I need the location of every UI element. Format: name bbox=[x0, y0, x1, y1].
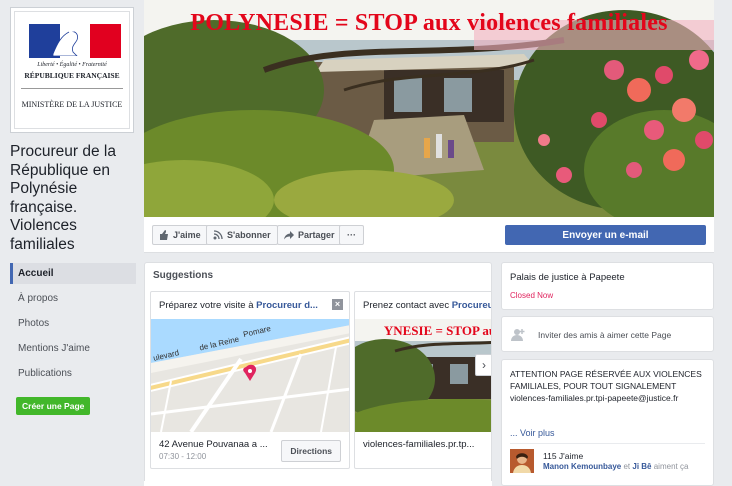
suggestion-card-contact: Prenez contact avec Procureur YNESIE = S… bbox=[354, 291, 491, 469]
place-box: Palais de justice à Papeete Closed Now bbox=[501, 262, 714, 310]
suggestions-title: Suggestions bbox=[153, 270, 214, 281]
directions-button[interactable]: Directions bbox=[281, 440, 341, 462]
cover-title: POLYNESIE = STOP aux violences familiale… bbox=[190, 10, 668, 36]
cover-thumbnail[interactable]: YNESIE = STOP aux viol bbox=[355, 319, 491, 432]
see-more-link[interactable]: ... Voir plus bbox=[510, 428, 555, 438]
suggestions-panel: Suggestions Préparez votre visite à Proc… bbox=[144, 262, 492, 486]
more-button[interactable]: ··· bbox=[339, 225, 364, 245]
about-box: ATTENTION PAGE RÉSERVÉE AUX VIOLENCES FA… bbox=[501, 359, 714, 486]
logo-divider bbox=[21, 88, 123, 89]
likes-count: 115 J'aime bbox=[543, 451, 584, 461]
card-heading: Préparez votre visite à Procureur d... bbox=[159, 300, 318, 311]
page-nav: Accueil À propos Photos Mentions J'aime … bbox=[10, 263, 136, 388]
rss-icon bbox=[213, 230, 223, 240]
open-status: Closed Now bbox=[510, 291, 554, 300]
profile-picture[interactable]: Liberté • Égalité • Fraternité RÉPUBLIQU… bbox=[10, 7, 134, 133]
suggestion-card-directions: Préparez votre visite à Procureur d... ×… bbox=[150, 291, 350, 469]
nav-item-a-propos[interactable]: À propos bbox=[10, 288, 136, 309]
friends-like: Manon Kemounbaye et Ji Bê aiment ça bbox=[543, 462, 688, 471]
subscribe-label: S'abonner bbox=[227, 230, 271, 240]
friends-suffix: aiment ça bbox=[653, 462, 689, 471]
avatar-image bbox=[510, 449, 534, 473]
create-page-button[interactable]: Créer une Page bbox=[16, 397, 91, 415]
share-arrow-icon bbox=[284, 231, 294, 240]
thumbnail-title: YNESIE = STOP aux viol bbox=[383, 323, 491, 338]
marianne-icon bbox=[52, 29, 88, 56]
left-column: Liberté • Égalité • Fraternité RÉPUBLIQU… bbox=[0, 0, 144, 486]
card-heading: Prenez contact avec Procureur bbox=[363, 300, 491, 311]
card-address: 42 Avenue Pouvanaa a ... bbox=[159, 439, 268, 450]
thumbs-up-icon bbox=[160, 230, 168, 240]
share-label: Partager bbox=[298, 230, 335, 240]
card-heading-link[interactable]: Procureur d... bbox=[256, 300, 318, 311]
friend-name-2[interactable]: Ji Bê bbox=[632, 462, 651, 471]
friend-avatar[interactable] bbox=[510, 449, 534, 473]
like-label: J'aime bbox=[173, 230, 201, 240]
place-name[interactable]: Palais de justice à Papeete bbox=[510, 272, 625, 283]
invite-friends-label[interactable]: Inviter des amis à aimer cette Page bbox=[538, 330, 671, 340]
like-button[interactable]: J'aime bbox=[152, 225, 208, 245]
feed-start bbox=[144, 481, 492, 486]
ministry-logo: Liberté • Égalité • Fraternité RÉPUBLIQU… bbox=[14, 11, 130, 129]
card-heading-text: Prenez contact avec bbox=[363, 300, 450, 311]
card-heading-text: Préparez votre visite à bbox=[159, 300, 254, 311]
action-bar: J'aime S'abonner Partager ··· Envoyer un… bbox=[144, 217, 714, 253]
nav-item-mentions[interactable]: Mentions J'aime bbox=[10, 338, 136, 359]
card-hours: 07:30 - 12:00 bbox=[159, 452, 207, 461]
add-friend-icon bbox=[511, 329, 525, 341]
ministry-label: MINISTÈRE DE LA JUSTICE bbox=[21, 100, 123, 109]
friend-name-1[interactable]: Manon Kemounbaye bbox=[543, 462, 621, 471]
close-icon[interactable]: × bbox=[332, 299, 343, 310]
nav-item-accueil[interactable]: Accueil bbox=[10, 263, 136, 284]
motto: Liberté • Égalité • Fraternité bbox=[37, 62, 107, 68]
invite-box[interactable]: Inviter des amis à aimer cette Page bbox=[501, 316, 714, 352]
card-email: violences-familiales.pr.tp... bbox=[363, 439, 475, 450]
share-button[interactable]: Partager bbox=[277, 225, 342, 245]
nav-item-publications[interactable]: Publications bbox=[10, 363, 136, 384]
divider bbox=[510, 443, 705, 444]
send-email-button[interactable]: Envoyer un e-mail bbox=[505, 225, 706, 245]
page-title[interactable]: Procureur de la République en Polynésie … bbox=[10, 143, 142, 254]
cover-photo[interactable]: POLYNESIE = STOP aux violences familiale… bbox=[144, 0, 714, 217]
map-image[interactable]: Pomare de la Reine ulevard bbox=[151, 319, 349, 432]
card-heading-link[interactable]: Procureur bbox=[452, 300, 491, 311]
next-arrow-icon[interactable]: › bbox=[475, 354, 491, 376]
about-text: ATTENTION PAGE RÉSERVÉE AUX VIOLENCES FA… bbox=[510, 369, 702, 403]
republic-label: RÉPUBLIQUE FRANÇAISE bbox=[24, 71, 120, 80]
subscribe-button[interactable]: S'abonner bbox=[206, 225, 278, 245]
nav-item-photos[interactable]: Photos bbox=[10, 313, 136, 334]
friends-and: et bbox=[623, 462, 631, 471]
